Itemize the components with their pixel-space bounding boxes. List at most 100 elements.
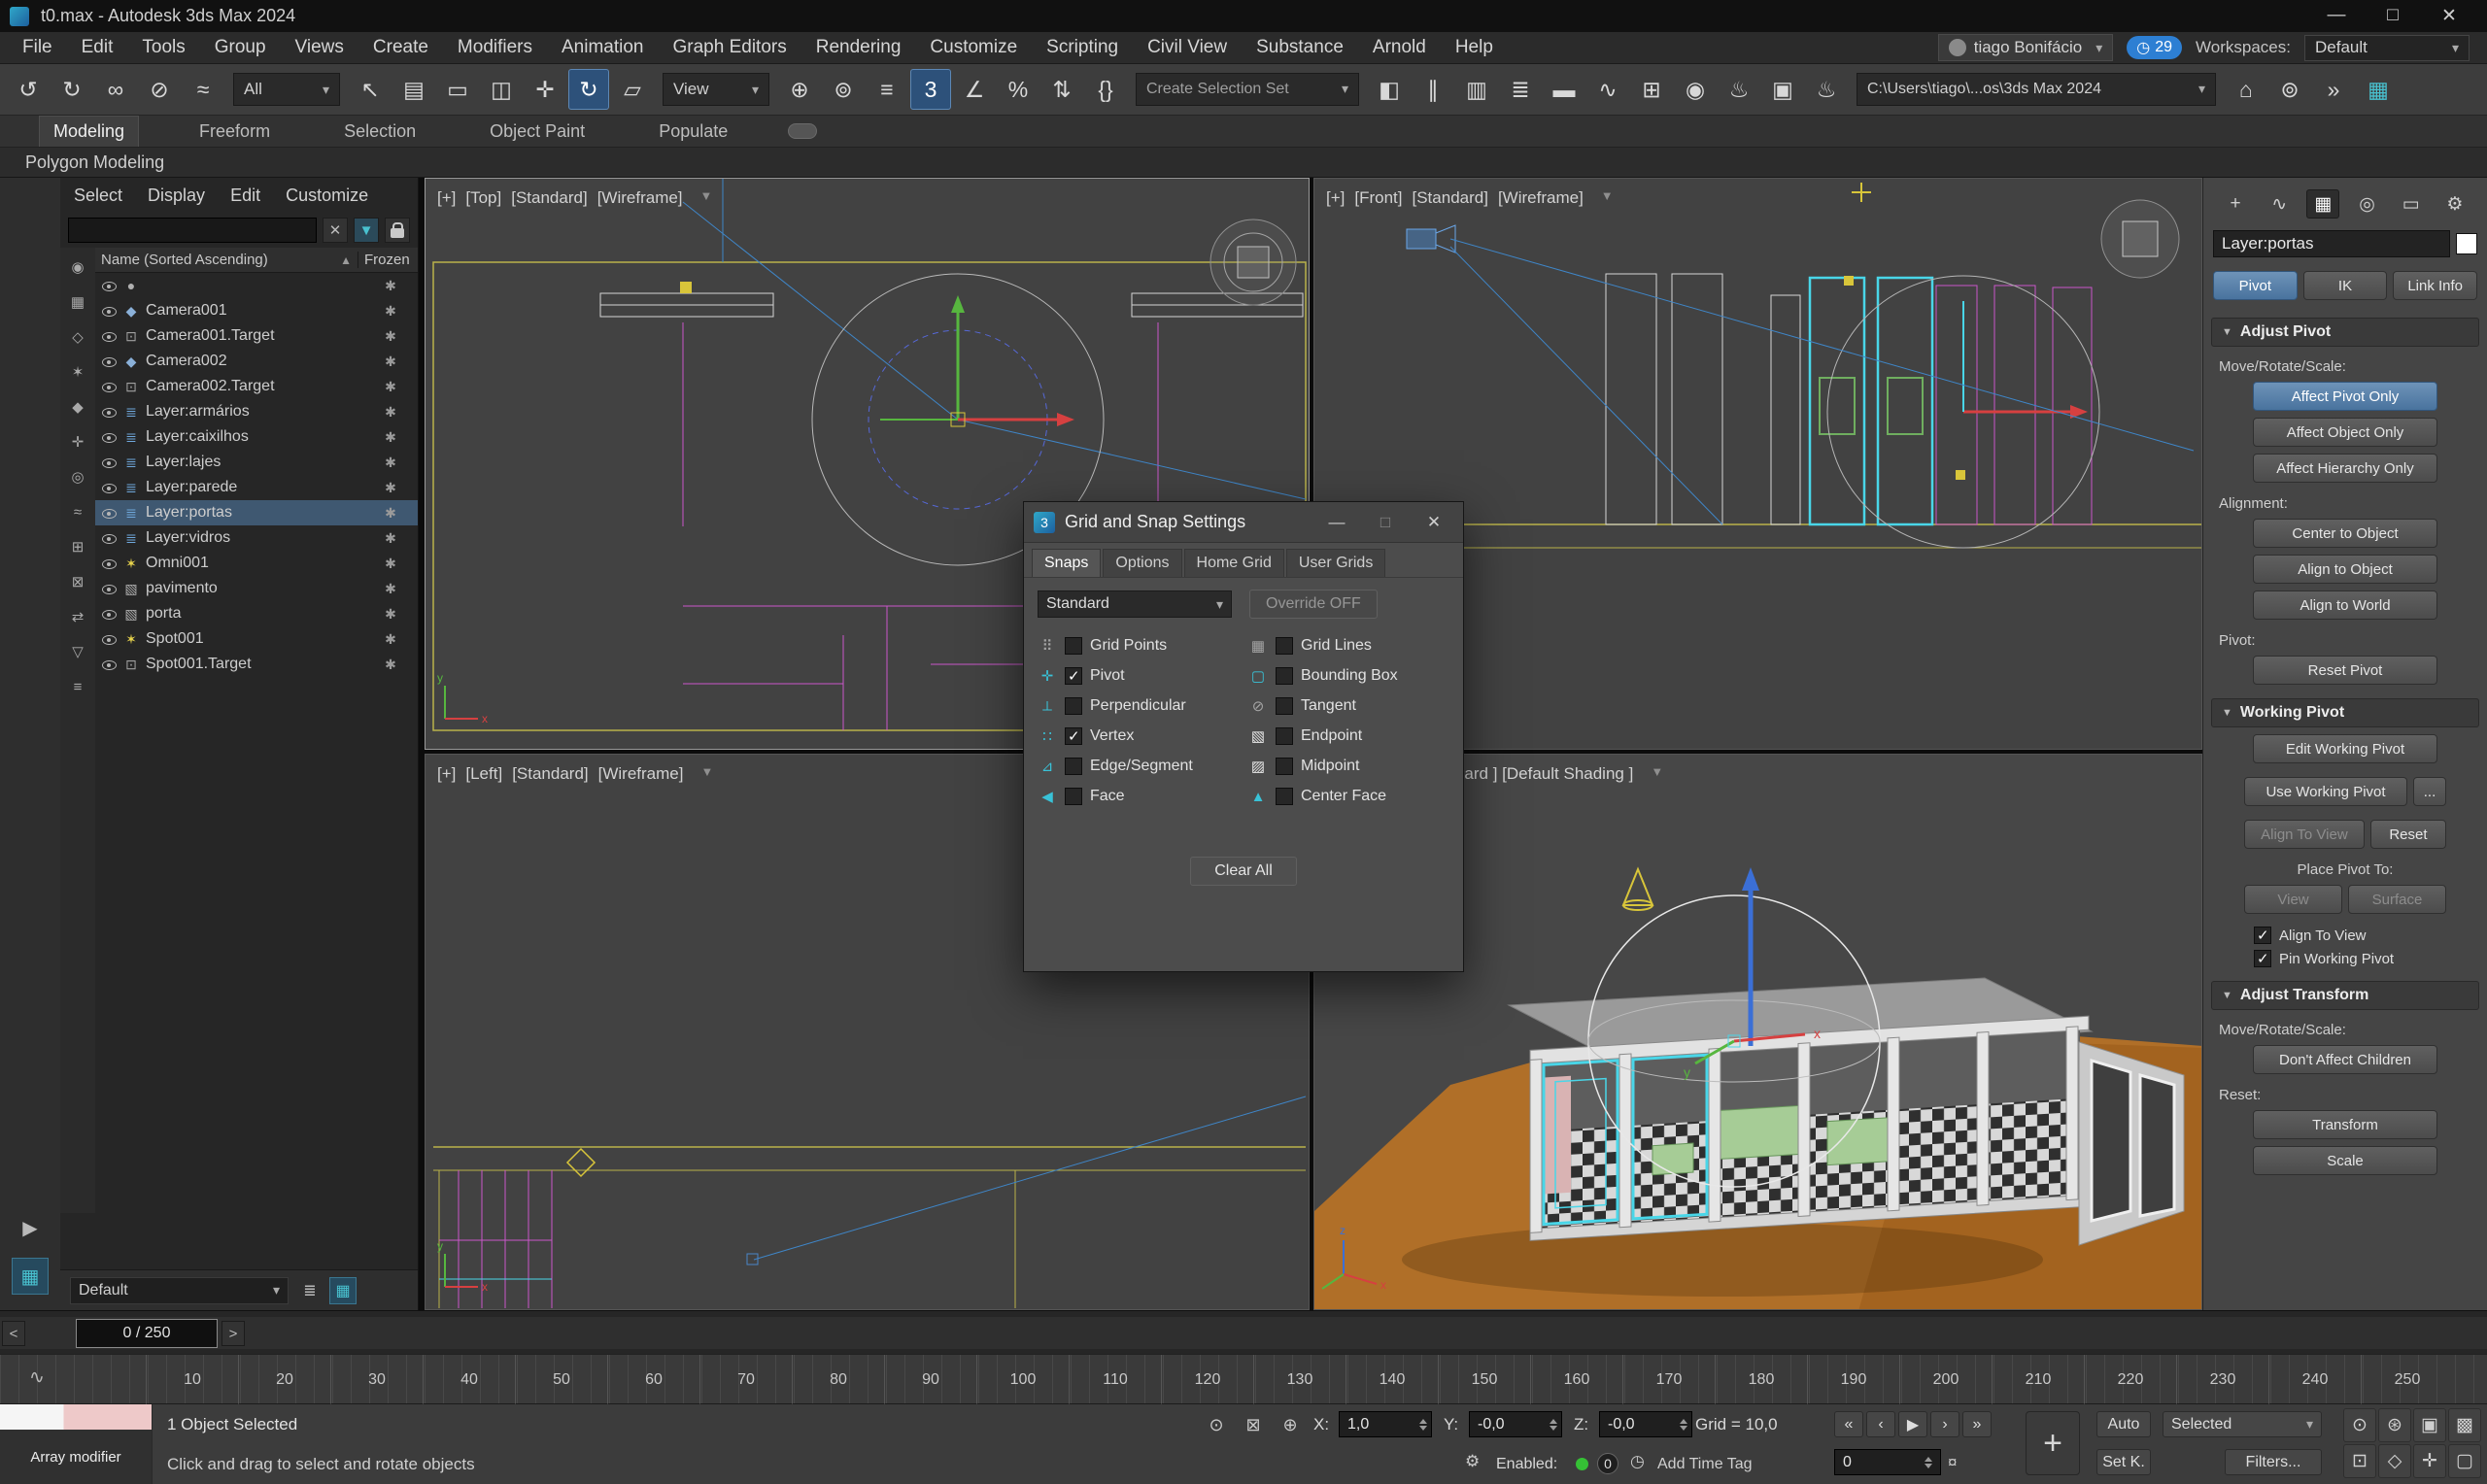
visibility-eye-icon[interactable] <box>101 530 117 546</box>
visibility-eye-icon[interactable] <box>101 354 117 369</box>
current-frame-spinner[interactable]: 0 <box>1834 1449 1941 1475</box>
frozen-toggle-icon[interactable]: ✱ <box>369 328 412 345</box>
explorer-row-camera001[interactable]: ◆ Camera001 ✱ <box>95 298 418 323</box>
ribbon-tab-selection[interactable]: Selection <box>330 117 429 147</box>
snap-checkbox[interactable] <box>1065 637 1082 655</box>
explorer-menu-3[interactable]: Customize <box>286 186 368 206</box>
toggle-ribbon-icon[interactable]: ▬ <box>1544 69 1584 110</box>
isolate-selection-icon[interactable]: ⊙ <box>1203 1412 1230 1437</box>
asset-tracking-icon[interactable]: ⊚ <box>2269 69 2310 110</box>
timeline-tick-label[interactable]: 30 <box>330 1355 423 1405</box>
select-and-link-icon[interactable]: ∞ <box>95 69 136 110</box>
user-account-menu[interactable]: tiago Bonifácio <box>1938 34 2114 61</box>
select-and-move-icon[interactable]: ✛ <box>525 69 565 110</box>
dont-affect-children-button[interactable]: Don't Affect Children <box>2253 1045 2437 1074</box>
auto-key-button[interactable]: Auto <box>2096 1411 2151 1437</box>
menu-item-14[interactable]: Arnold <box>1358 32 1441 63</box>
ik-button[interactable]: IK <box>2303 271 2388 300</box>
frozen-toggle-icon[interactable]: ✱ <box>369 631 412 648</box>
track-bar[interactable]: ∿ 10203040506070809010011012013014015016… <box>0 1354 2487 1404</box>
dialog-tab-options[interactable]: Options <box>1103 549 1181 577</box>
notifications-badge[interactable]: ◷ 29 <box>2127 36 2182 59</box>
explorer-filter-helpers-icon[interactable]: ✛ <box>65 430 90 454</box>
expand-panel-button[interactable]: ▶ <box>12 1209 49 1246</box>
curve-editor-icon[interactable]: ∿ <box>1587 69 1628 110</box>
spinner-arrows[interactable] <box>1419 1419 1427 1431</box>
align-to-world-button[interactable]: Align to World <box>2253 590 2437 620</box>
zoom-extents-all-icon[interactable]: ▩ <box>2448 1408 2481 1442</box>
time-slider-track[interactable] <box>0 1317 2487 1349</box>
explorer-row-layer-vidros[interactable]: ≣ Layer:vidros ✱ <box>95 525 418 551</box>
snap-grid-points[interactable]: ⠿ Grid Points <box>1038 636 1239 656</box>
place-view-button[interactable]: View <box>2244 885 2342 914</box>
timeline-tick-label[interactable]: 40 <box>423 1355 515 1405</box>
maxscript-mini-listener[interactable]: Array modifier <box>0 1404 153 1484</box>
enabled-status-dot[interactable] <box>1576 1458 1588 1470</box>
dialog-tab-home-grid[interactable]: Home Grid <box>1184 549 1284 577</box>
explorer-row-layer-caixilhos[interactable]: ≣ Layer:caixilhos ✱ <box>95 424 418 450</box>
explorer-row-spot001-target[interactable]: ⊡ Spot001.Target ✱ <box>95 652 418 677</box>
filter-funnel-icon[interactable]: ▼ <box>354 218 379 243</box>
snap-checkbox[interactable] <box>1276 637 1293 655</box>
timeline-tick-label[interactable]: 190 <box>1807 1355 1899 1405</box>
pivot-button[interactable]: Pivot <box>2213 271 2298 300</box>
more-tools-icon[interactable]: » <box>2313 69 2354 110</box>
visibility-eye-icon[interactable] <box>101 278 117 293</box>
timeline-tick-label[interactable]: 240 <box>2268 1355 2361 1405</box>
go-to-start-button[interactable]: « <box>1834 1411 1863 1437</box>
selection-filter-dropdown[interactable]: All <box>233 73 340 106</box>
selection-lock-icon[interactable]: ⊠ <box>1240 1412 1267 1437</box>
more-options-button[interactable]: ... <box>2413 777 2446 806</box>
timeline-tick-label[interactable]: 170 <box>1622 1355 1715 1405</box>
key-filters-button[interactable]: Filters... <box>2225 1449 2322 1475</box>
adjust-pivot-rollout[interactable]: Adjust Pivot <box>2211 318 2479 347</box>
timeline-tick-label[interactable]: 210 <box>1992 1355 2084 1405</box>
explorer-filter-cameras-icon[interactable]: ◆ <box>65 395 90 419</box>
snap-checkbox[interactable] <box>1065 758 1082 775</box>
use-pivot-center-icon[interactable]: ⊕ <box>779 69 820 110</box>
menu-item-7[interactable]: Animation <box>547 32 659 63</box>
viewport-menu-shading[interactable]: [Wireframe] <box>1498 188 1584 208</box>
object-color-swatch[interactable] <box>2456 233 2477 254</box>
dialog-tab-snaps[interactable]: Snaps <box>1032 549 1101 577</box>
menu-item-1[interactable]: Edit <box>67 32 128 63</box>
visibility-eye-icon[interactable] <box>101 379 117 394</box>
timeline-tick-label[interactable]: 70 <box>699 1355 792 1405</box>
y-coordinate-field[interactable]: -0,0 <box>1469 1411 1562 1437</box>
explorer-preset-dropdown[interactable]: Default <box>70 1277 289 1304</box>
toggle-scene-explorer-icon[interactable]: ▥ <box>1456 69 1497 110</box>
clock-icon[interactable]: ◷ <box>1630 1452 1645 1471</box>
adjust-transform-rollout[interactable]: Adjust Transform <box>2211 981 2479 1010</box>
viewport-overlay-triangle-icon[interactable]: ▼ <box>700 188 713 208</box>
select-and-manipulate-icon[interactable]: ⊚ <box>823 69 864 110</box>
hierarchy-tab-icon[interactable]: ▦ <box>2306 189 2339 219</box>
x-coordinate-field[interactable]: 1,0 <box>1339 1411 1432 1437</box>
visibility-eye-icon[interactable] <box>101 455 117 470</box>
menu-item-12[interactable]: Civil View <box>1133 32 1242 63</box>
snap-face[interactable]: ◀ Face <box>1038 787 1239 806</box>
viewport-menu-pov[interactable]: [Left] <box>465 764 502 784</box>
set-key-button[interactable]: Set K. <box>2096 1449 2151 1475</box>
angle-snap-toggle-icon[interactable]: ∠ <box>954 69 995 110</box>
visibility-eye-icon[interactable] <box>101 303 117 319</box>
snap-vertex[interactable]: ∷ Vertex <box>1038 726 1239 746</box>
clear-all-button[interactable]: Clear All <box>1190 857 1297 886</box>
menu-item-11[interactable]: Scripting <box>1032 32 1133 63</box>
pin-working-pivot-checkbox[interactable] <box>2254 950 2271 967</box>
frozen-toggle-icon[interactable]: ✱ <box>369 480 412 496</box>
previous-frame-button[interactable]: ‹ <box>1866 1411 1895 1437</box>
timeline-tick-label[interactable]: 130 <box>1253 1355 1346 1405</box>
frozen-toggle-icon[interactable]: ✱ <box>369 606 412 623</box>
ribbon-tab-object-paint[interactable]: Object Paint <box>476 117 598 147</box>
reset-pivot-button[interactable]: Reset Pivot <box>2253 656 2437 685</box>
snap-checkbox[interactable] <box>1065 697 1082 715</box>
current-frame-indicator[interactable]: 0 / 250 <box>76 1319 218 1348</box>
snap-checkbox[interactable] <box>1276 667 1293 685</box>
align-to-object-button[interactable]: Align to Object <box>2253 555 2437 584</box>
keyboard-shortcut-override-icon[interactable]: ≡ <box>867 69 907 110</box>
place-surface-button[interactable]: Surface <box>2348 885 2446 914</box>
snap-checkbox[interactable] <box>1276 697 1293 715</box>
timeline-tick-label[interactable]: 230 <box>2176 1355 2268 1405</box>
frozen-toggle-icon[interactable]: ✱ <box>369 505 412 522</box>
column-frozen-header[interactable]: Frozen <box>358 252 412 268</box>
